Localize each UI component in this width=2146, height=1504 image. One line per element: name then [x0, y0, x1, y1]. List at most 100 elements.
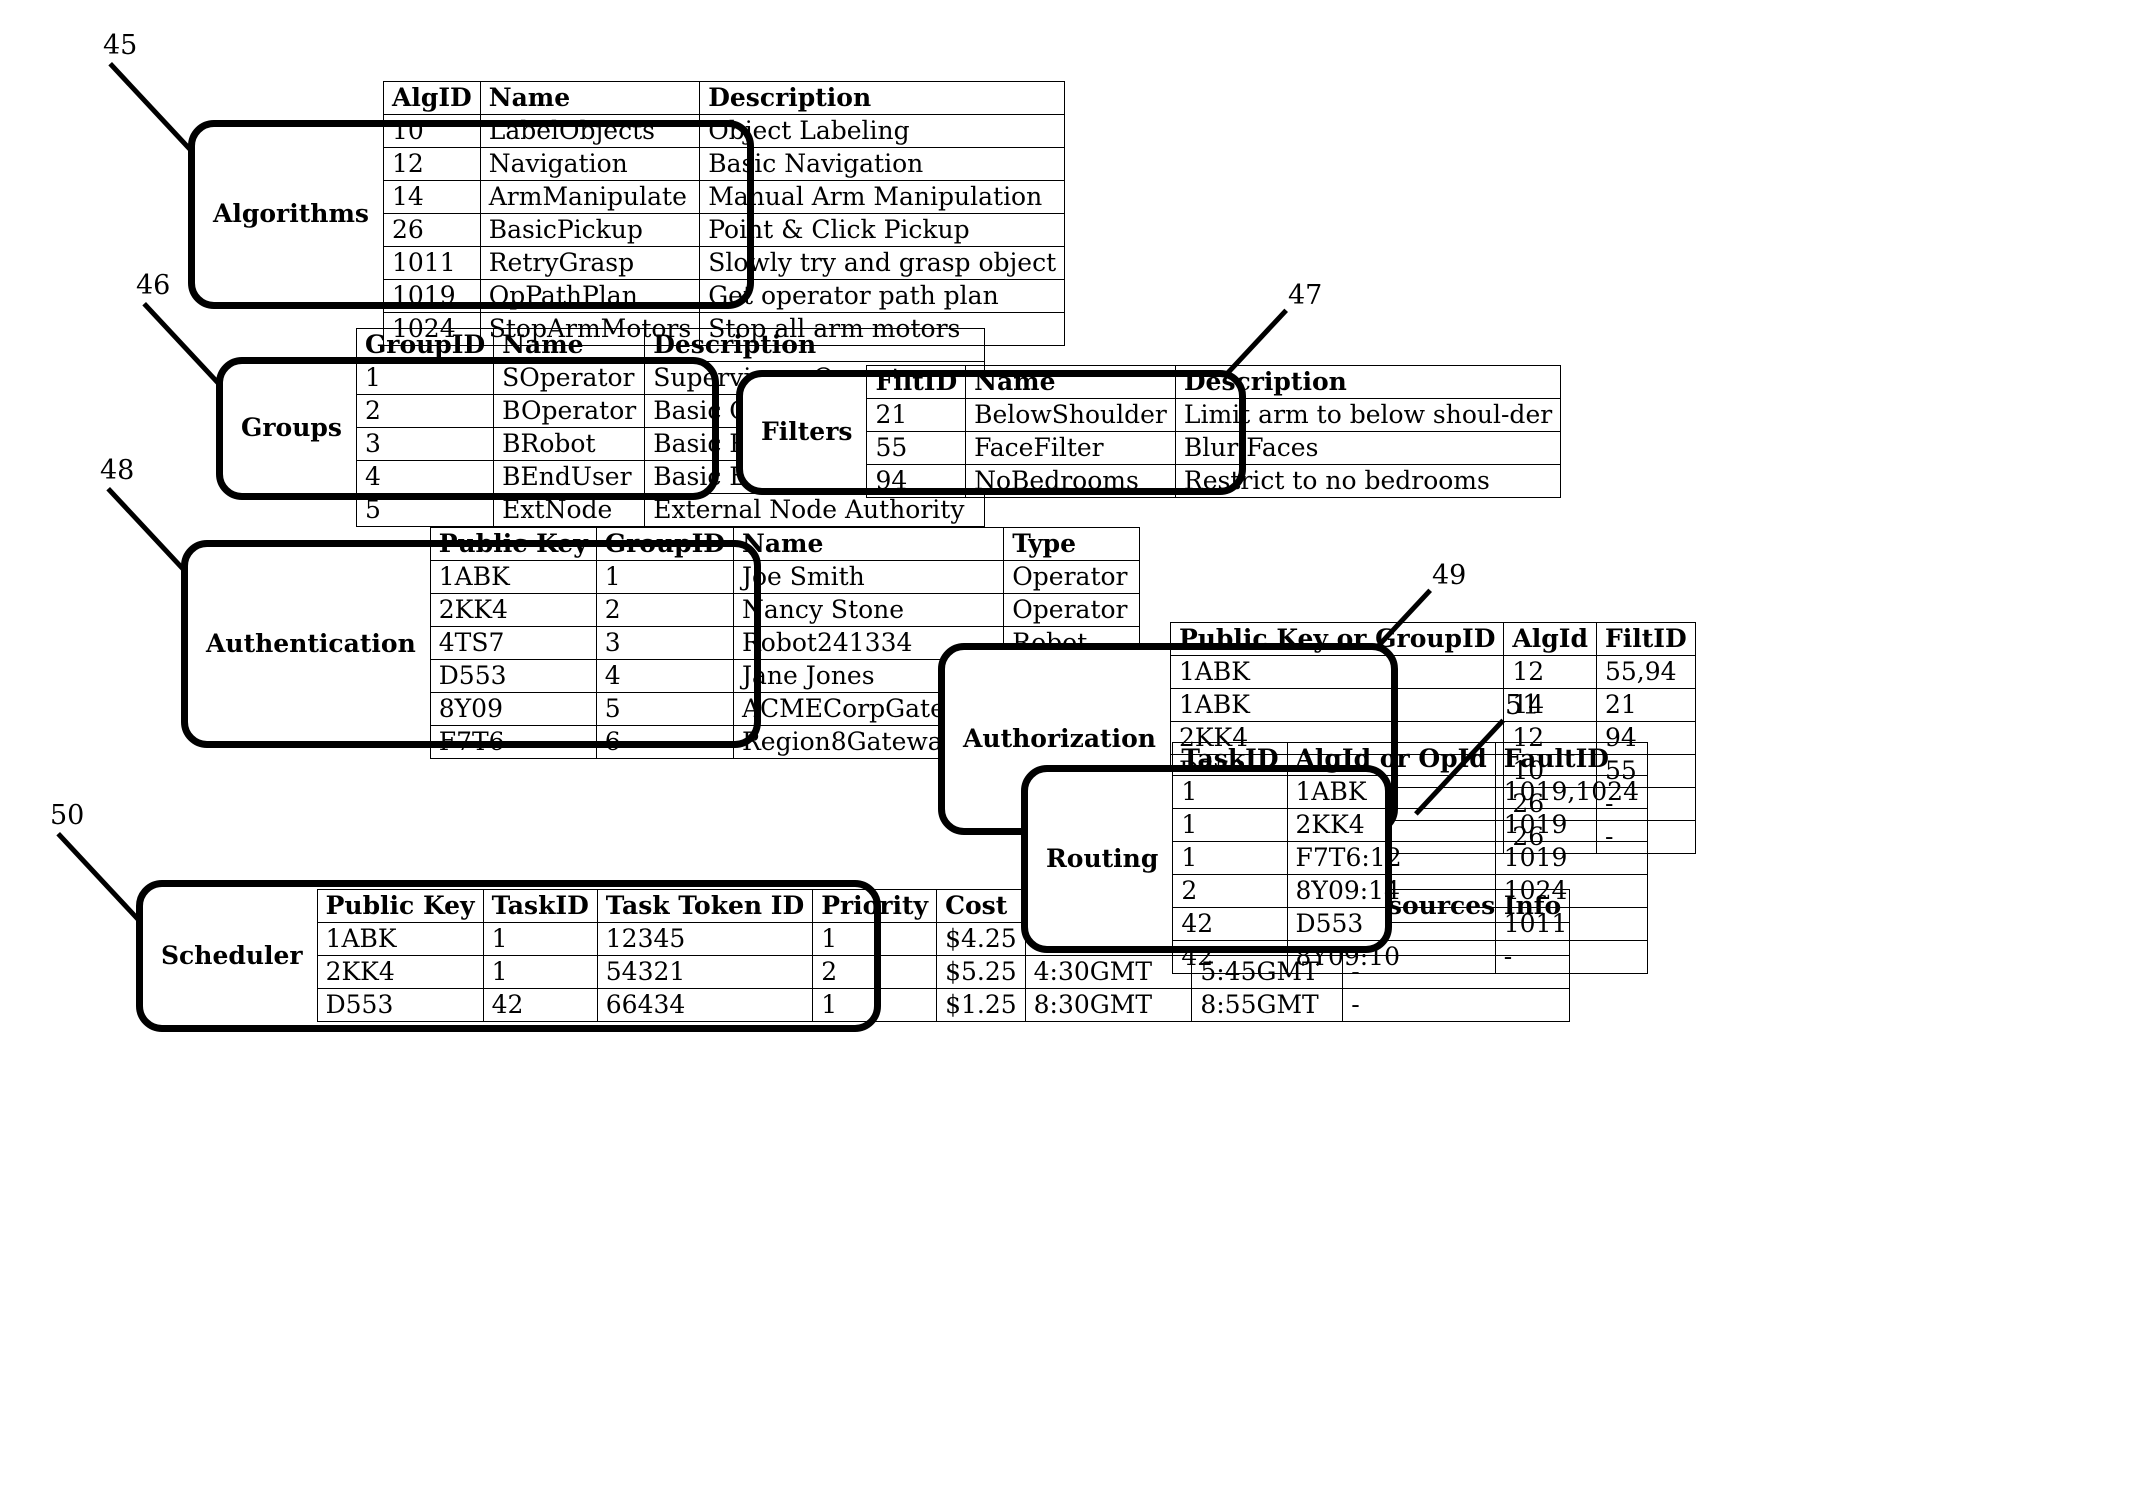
table-row: 55 FaceFilter Blur Faces [866, 431, 1562, 465]
cell-task-token-id: 66434 [596, 987, 814, 1022]
ref-numeral-46: 46 [136, 270, 171, 301]
column-header: Description [1174, 365, 1562, 399]
authentication-entity-box: Authentication Public Key GroupID Name T… [181, 527, 1141, 759]
table-row: 42 8Y09:10 - [1172, 940, 1648, 974]
leader-line-50 [56, 832, 148, 930]
cell-priority: 2 [812, 954, 938, 989]
table-row: 1 2KK4 1019 [1172, 808, 1648, 842]
cell-public-key: 1ABK [429, 560, 597, 594]
cell-description: Manual Arm Manipulation [699, 180, 1066, 214]
column-header: Name [965, 365, 1176, 399]
cell-algid-or-opid: F7T6:12 [1286, 841, 1496, 875]
table-header-row: TaskID AlgId or OpId FaultID [1172, 742, 1648, 776]
table-row: 21 BelowShoulder Limit arm to below shou… [866, 398, 1562, 432]
cell-priority: 1 [812, 987, 938, 1022]
cell-taskid: 1 [482, 954, 598, 989]
cell-task-token-id: 54321 [596, 954, 814, 989]
table-header-row: GroupID Name Description [355, 328, 985, 362]
column-header: TaskID [1172, 742, 1288, 776]
cell-description: Slowly try and grasp object [699, 246, 1066, 280]
table-row: 94 NoBedrooms Restrict to no bedrooms [866, 464, 1562, 498]
filters-entity-box: Filters FiltID Name Description 21 Below… [736, 365, 1562, 498]
ref-numeral-50: 50 [50, 800, 85, 831]
filters-table: FiltID Name Description 21 BelowShoulder… [866, 365, 1562, 498]
cell-description: Point & Click Pickup [699, 213, 1066, 247]
cell-filtid: 21 [1595, 688, 1696, 722]
column-header: Name [479, 81, 701, 115]
scheduler-entity-box: Scheduler Public Key TaskID Task Token I… [136, 880, 1571, 1032]
cell-public-key: 1ABK [316, 921, 484, 956]
table-row: 12 Navigation Basic Navigation [382, 147, 1066, 181]
cell-groupid: 6 [595, 725, 734, 759]
column-header: GroupID [355, 328, 495, 362]
cell-taskid: 1 [1172, 841, 1288, 875]
cell-cost: $1.25 [936, 987, 1026, 1022]
authorization-label: Authorization [963, 723, 1156, 753]
cell-faultid: 1019 [1494, 841, 1648, 875]
column-header: FaultID [1494, 742, 1648, 776]
column-header: Public Key or GroupID [1169, 622, 1505, 656]
cell-description: Restrict to no bedrooms [1174, 464, 1562, 498]
cell-name: BasicPickup [479, 213, 701, 247]
cell-taskid: 42 [1172, 907, 1288, 941]
cell-resources-info: - [1342, 987, 1571, 1022]
routing-entity-box: Routing TaskID AlgId or OpId FaultID 1 1… [1021, 742, 1648, 974]
table-row: 2 8Y09:14 1024 [1172, 874, 1648, 908]
scheduler-label: Scheduler [161, 940, 303, 970]
groups-label: Groups [241, 413, 342, 443]
cell-taskid: 1 [1172, 775, 1288, 809]
cell-task-token-id: 12345 [596, 921, 814, 956]
cell-name: BRobot [493, 427, 646, 461]
cell-cost: $4.25 [936, 921, 1026, 956]
cell-faultid: 1011 [1494, 907, 1648, 941]
cell-start-time: 4:30GMT [1024, 954, 1193, 989]
cell-filtid: 21 [866, 398, 967, 432]
cell-public-key: D553 [316, 987, 484, 1022]
cell-faultid: 1019 [1494, 808, 1648, 842]
column-header: FiltID [866, 365, 967, 399]
cell-algid-or-opid: 8Y09:10 [1286, 940, 1496, 974]
column-header: Public Key [429, 527, 597, 561]
cell-public-key: 2KK4 [429, 593, 597, 627]
table-row: 1019 OpPathPlan Get operator path plan [382, 279, 1066, 313]
routing-label: Routing [1046, 843, 1159, 873]
cell-cost: $5.25 [936, 954, 1026, 989]
cell-public-key: D553 [429, 659, 597, 693]
cell-public-key-or-groupid: 1ABK [1169, 655, 1505, 689]
column-header: Description [699, 81, 1066, 115]
cell-name: ExtNode [493, 493, 646, 527]
cell-algid-or-opid: 1ABK [1286, 775, 1496, 809]
table-row: 1ABK 14 21 [1169, 688, 1696, 722]
cell-name: SOperator [493, 361, 646, 395]
table-row: 1ABK 1 Joe Smith Operator [429, 560, 1141, 594]
cell-name: BOperator [493, 394, 646, 428]
table-row: 14 ArmManipulate Manual Arm Manipulation [382, 180, 1066, 214]
cell-taskid: 1 [482, 921, 598, 956]
cell-groupid: 4 [355, 460, 495, 494]
table-row: 1ABK 12 55,94 [1169, 655, 1696, 689]
column-header: AlgId [1503, 622, 1597, 656]
ref-numeral-49: 49 [1432, 560, 1467, 591]
cell-groupid: 3 [595, 626, 734, 660]
cell-algid: 26 [382, 213, 481, 247]
cell-name: ArmManipulate [479, 180, 701, 214]
cell-name: Nancy Stone [732, 593, 1005, 627]
cell-name: LabelObjects [479, 114, 701, 148]
cell-name: RetryGrasp [479, 246, 701, 280]
cell-groupid: 5 [355, 493, 495, 527]
cell-public-key-or-groupid: 1ABK [1169, 688, 1505, 722]
cell-public-key: 2KK4 [316, 954, 484, 989]
cell-faultid: 1019,1024 [1494, 775, 1648, 809]
cell-filtid: 94 [866, 464, 967, 498]
column-header: GroupID [595, 527, 734, 561]
column-header: TaskID [482, 888, 598, 923]
column-header: Name [493, 328, 646, 362]
cell-description: Object Labeling [699, 114, 1066, 148]
cell-type: Operator [1003, 593, 1141, 627]
cell-algid: 1019 [382, 279, 481, 313]
cell-description: Basic Navigation [699, 147, 1066, 181]
cell-description: Get operator path plan [699, 279, 1066, 313]
cell-name: Joe Smith [732, 560, 1005, 594]
column-header: AlgID [382, 81, 481, 115]
column-header: Priority [812, 888, 938, 923]
